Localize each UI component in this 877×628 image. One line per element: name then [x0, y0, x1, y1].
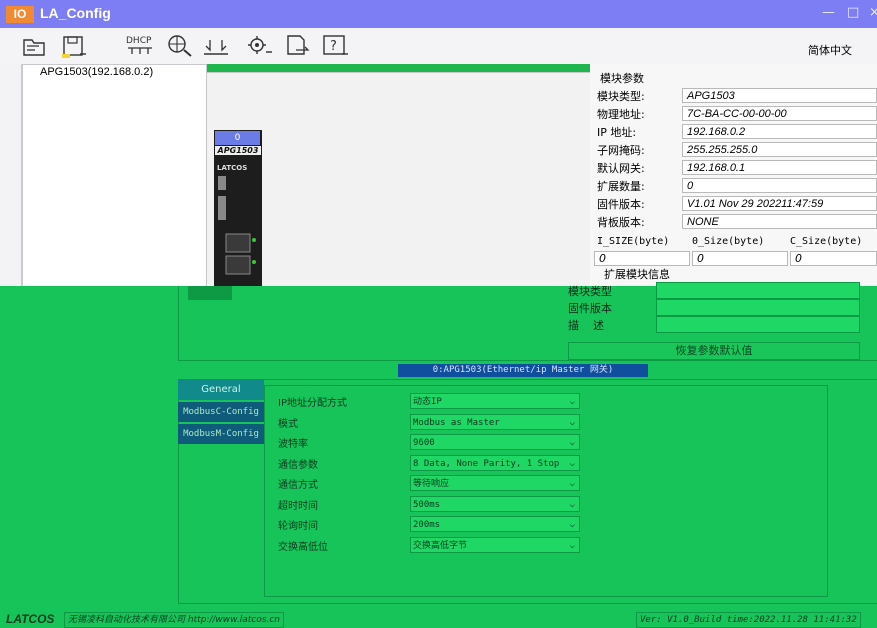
form-select[interactable]: 9600 ⌵ [410, 434, 580, 450]
footer-logo: LATCOS [6, 612, 55, 626]
form-label: 波特率 [278, 439, 308, 450]
param-value[interactable]: 192.168.0.1 [682, 160, 877, 175]
chevron-down-icon: ⌵ [569, 438, 575, 448]
footer-company: 无锡凌科自动化技术有限公司 http://www.latcos.cn [64, 612, 285, 628]
csize-field[interactable]: 0 [790, 251, 877, 266]
form-select[interactable]: 8 Data, None Parity, 1 Stop ⌵ [410, 454, 580, 471]
param-value[interactable]: 0 [682, 178, 877, 193]
language-selector[interactable]: 简体中文 [808, 42, 852, 58]
form-select-value: 交换高低字节 [413, 540, 468, 551]
minimize-button[interactable]: — [822, 5, 835, 20]
open-file-icon[interactable] [18, 32, 50, 60]
ext-type-field[interactable] [656, 282, 860, 299]
param-label: 固件版本: [597, 198, 645, 211]
param-label: 物理地址: [597, 108, 645, 121]
module-slot-number: 0 [215, 131, 260, 145]
device-canvas [206, 72, 592, 288]
param-value[interactable]: NONE [682, 214, 877, 229]
param-label: 模块类型: [597, 90, 645, 103]
form-select-value: 200ms [413, 520, 441, 530]
chevron-down-icon: ⌵ [569, 540, 575, 551]
form-select[interactable]: Modbus as Master ⌵ [410, 413, 580, 430]
param-value[interactable]: 192.168.0.2 [682, 124, 877, 139]
svg-text:DHCP: DHCP [126, 36, 152, 46]
form-select[interactable]: 500ms ⌵ [410, 495, 580, 512]
dhcp-icon[interactable]: DHCP [124, 32, 156, 60]
close-button[interactable]: × [869, 5, 877, 20]
chevron-down-icon: ⌵ [569, 520, 575, 530]
form-label: IP地址分配方式 [278, 398, 347, 409]
form-select-value: 动态IP [413, 397, 442, 407]
footer-version: Ver: V1.0_Build time:2022.11.28 11:41:32 [636, 612, 861, 628]
device-tree [22, 64, 207, 288]
param-value[interactable]: 7C-BA-CC-00-00-00 [682, 106, 877, 121]
chevron-down-icon: ⌵ [569, 417, 575, 428]
module-ports-icon [218, 176, 256, 275]
tab-modbusm-config[interactable]: ModbusM-Config [178, 424, 264, 444]
export-icon[interactable] [282, 32, 314, 60]
form-label: 通信方式 [278, 480, 318, 491]
ext-type-label: 模块类型 [568, 285, 612, 298]
param-label: 背板版本: [597, 216, 645, 229]
chevron-down-icon: ⌵ [569, 458, 575, 469]
module-config-header: 0:APG1503(Ethernet/ip Master 网关) [398, 364, 648, 377]
param-value[interactable]: 255.255.255.0 [682, 142, 877, 157]
save-icon[interactable] [58, 32, 90, 60]
param-label: 子网掩码: [597, 144, 645, 157]
form-select-value: 8 Data, None Parity, 1 Stop [413, 458, 560, 469]
param-value[interactable]: V1.01 Nov 29 202211:47:59 [682, 196, 877, 211]
form-select-value: 9600 [413, 438, 435, 448]
chevron-down-icon: ⌵ [569, 397, 575, 407]
download-icon[interactable] [200, 32, 232, 60]
tree-item-device[interactable]: APG1503(192.168.0.2) [40, 66, 153, 78]
form-select-value: Modbus as Master [413, 417, 500, 428]
csize-header: C_Size(byte) [790, 236, 863, 247]
ext-fw-label: 固件版本 [568, 302, 612, 315]
help-icon[interactable]: ? [320, 32, 352, 60]
ext-desc-field[interactable] [656, 316, 860, 333]
chevron-down-icon: ⌵ [569, 479, 575, 489]
param-label: 默认网关: [597, 162, 645, 175]
form-label: 交换高低位 [278, 541, 328, 553]
network-search-icon[interactable] [164, 32, 196, 60]
window-title: LA_Config [40, 5, 111, 21]
tab-general[interactable]: General [178, 380, 264, 400]
settings-icon[interactable] [244, 32, 276, 60]
param-label: IP 地址: [597, 126, 637, 139]
form-label: 模式 [278, 418, 298, 430]
chevron-down-icon: ⌵ [569, 499, 575, 510]
form-select-value: 等待响应 [413, 479, 450, 489]
module-base-icon [188, 286, 232, 300]
ext-fw-field[interactable] [656, 299, 860, 316]
restore-defaults-button[interactable]: 恢复参数默认值 [568, 342, 860, 360]
form-select[interactable]: 动态IP ⌵ [410, 393, 580, 409]
form-label: 通信参数 [278, 459, 318, 471]
ext-desc-label: 描 述 [568, 319, 604, 332]
maximize-button[interactable]: □ [847, 5, 859, 20]
isize-field[interactable]: 0 [594, 251, 690, 266]
osize-field[interactable]: 0 [692, 251, 788, 266]
params-title: 模块参数 [600, 72, 644, 85]
isize-header: I_SIZE(byte) [597, 236, 670, 247]
form-label: 超时时间 [278, 500, 318, 512]
module-brand-label: LATCOS [217, 164, 248, 172]
form-select[interactable]: 200ms ⌵ [410, 516, 580, 532]
tab-modbusc-config[interactable]: ModbusC-Config [178, 402, 264, 422]
module-model-label: APG1503 [215, 146, 261, 155]
form-label: 轮询时间 [278, 521, 318, 532]
title-bar [0, 0, 877, 28]
param-label: 扩展数量: [597, 180, 645, 193]
app-icon: IO [6, 6, 34, 23]
left-strip [0, 64, 22, 286]
param-value[interactable]: APG1503 [682, 88, 877, 103]
osize-header: 0_Size(byte) [692, 236, 765, 247]
form-select[interactable]: 等待响应 ⌵ [410, 475, 580, 491]
form-select[interactable]: 交换高低字节 ⌵ [410, 536, 580, 553]
form-select-value: 500ms [413, 499, 441, 510]
svg-text:?: ? [330, 39, 337, 54]
ext-module-title: 扩展模块信息 [604, 268, 670, 281]
